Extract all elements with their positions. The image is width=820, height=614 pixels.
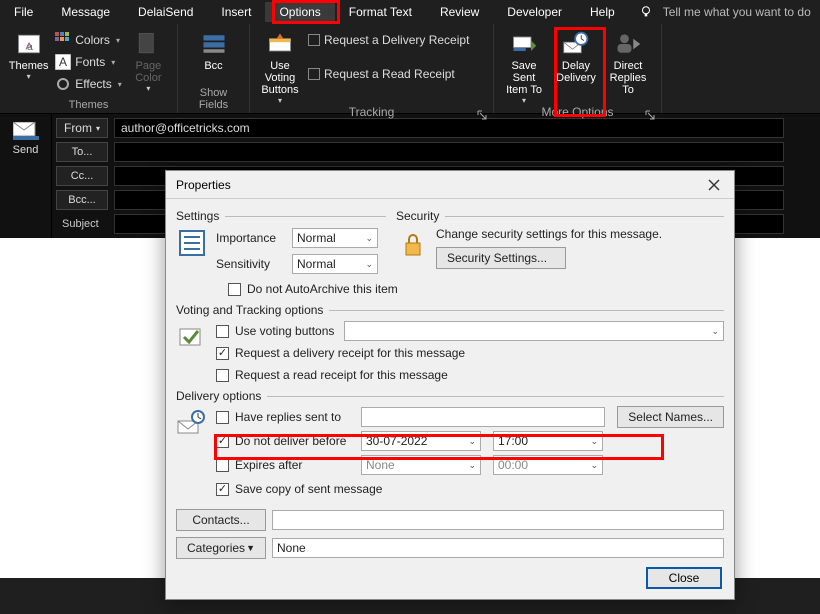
voting-tracking-label: Voting and Tracking options (176, 303, 323, 317)
tab-file[interactable]: File (0, 2, 47, 22)
tab-developer[interactable]: Developer (493, 2, 576, 22)
from-button[interactable]: From▾ (56, 118, 108, 138)
importance-dropdown[interactable]: Normal⌄ (292, 228, 378, 248)
tab-formattext[interactable]: Format Text (335, 2, 426, 22)
tab-insert[interactable]: Insert (207, 2, 265, 22)
bcc-button[interactable]: Bcc (190, 26, 238, 72)
have-replies-label: Have replies sent to (235, 410, 355, 424)
autoarchive-checkbox[interactable] (228, 283, 241, 296)
voting-icon (176, 321, 208, 353)
sensitivity-dropdown[interactable]: Normal⌄ (292, 254, 378, 274)
read-receipt-label: Request a read receipt for this message (235, 368, 448, 382)
settings-label: Settings (176, 209, 219, 223)
sensitivity-label: Sensitivity (216, 257, 286, 271)
close-icon[interactable] (700, 174, 728, 196)
delivery-options-label: Delivery options (176, 389, 261, 403)
autoarchive-label: Do not AutoArchive this item (247, 282, 398, 296)
delivery-receipt-label: Request a delivery receipt for this mess… (235, 346, 465, 360)
request-delivery-receipt-checkbox[interactable]: Request a Delivery Receipt (308, 30, 469, 50)
save-sent-item-to-button[interactable]: Save Sent Item To▾ (500, 26, 548, 105)
have-replies-input[interactable] (361, 407, 605, 427)
importance-label: Importance (216, 231, 286, 245)
expires-time-dropdown[interactable]: 00:00⌄ (493, 455, 603, 475)
tab-help[interactable]: Help (576, 2, 629, 22)
tab-message[interactable]: Message (47, 2, 124, 22)
moreoptions-launcher-icon[interactable] (645, 109, 655, 119)
properties-dialog: Properties Settings Security Importa (165, 170, 735, 600)
select-names-button[interactable]: Select Names... (617, 406, 724, 428)
send-icon (13, 122, 39, 140)
categories-value: None (272, 538, 724, 558)
theme-effects-button[interactable]: Effects▾ (55, 74, 121, 94)
delivery-icon (176, 407, 208, 439)
security-settings-button[interactable]: Security Settings... (436, 247, 566, 269)
tellme-bulb-icon (639, 5, 653, 19)
theme-fonts-button[interactable]: A Fonts▾ (55, 52, 121, 72)
voting-buttons[interactable]: Use Voting Buttons ▾ (256, 26, 304, 105)
expires-checkbox[interactable] (216, 459, 229, 472)
use-voting-label: Use voting buttons (235, 324, 334, 338)
contacts-button[interactable]: Contacts... (176, 509, 266, 531)
expires-date-dropdown[interactable]: None⌄ (361, 455, 481, 475)
to-button[interactable]: To... (56, 142, 108, 162)
bcc-field-button[interactable]: Bcc... (56, 190, 108, 210)
send-button[interactable]: Send (13, 144, 39, 156)
dialog-title: Properties (176, 178, 231, 192)
do-not-deliver-checkbox[interactable] (216, 435, 229, 448)
read-receipt-checkbox[interactable] (216, 369, 229, 382)
from-field[interactable] (114, 118, 784, 138)
group-label-tracking: Tracking (256, 105, 487, 121)
do-not-deliver-label: Do not deliver before (235, 434, 355, 448)
group-label-showfields: Show Fields (184, 87, 243, 113)
tell-me-search[interactable]: Tell me what you want to do (657, 2, 817, 22)
svg-text:a: a (27, 41, 33, 53)
group-label-themes: Themes (6, 99, 171, 113)
categories-button[interactable]: Categories▼ (176, 537, 266, 559)
deliver-time-dropdown[interactable]: 17:00⌄ (493, 431, 603, 451)
save-copy-label: Save copy of sent message (235, 482, 382, 496)
svg-text:A: A (59, 55, 67, 69)
security-desc: Change security settings for this messag… (436, 227, 662, 241)
contacts-input[interactable] (272, 510, 724, 530)
themes-button[interactable]: Aa Themes ▾ (6, 26, 51, 81)
deliver-date-dropdown[interactable]: 30-07-2022⌄ (361, 431, 481, 451)
page-color-button: Page Color ▾ (126, 26, 171, 93)
tab-review[interactable]: Review (426, 2, 493, 22)
theme-colors-button[interactable]: Colors▾ (55, 30, 121, 50)
security-label: Security (396, 209, 439, 223)
tab-options[interactable]: Options (265, 2, 334, 22)
request-read-receipt-checkbox[interactable]: Request a Read Receipt (308, 64, 469, 84)
have-replies-checkbox[interactable] (216, 411, 229, 424)
security-icon (396, 227, 428, 259)
settings-icon (176, 227, 208, 259)
delay-delivery-button[interactable]: Delay Delivery (552, 26, 600, 84)
expires-label: Expires after (235, 458, 355, 472)
voting-buttons-dropdown[interactable]: ⌄ (344, 321, 724, 341)
direct-replies-to-button[interactable]: Direct Replies To (604, 26, 652, 96)
use-voting-checkbox[interactable] (216, 325, 229, 338)
subject-label: Subject (56, 214, 116, 234)
delivery-receipt-checkbox[interactable] (216, 347, 229, 360)
group-label-moreoptions: More Options (500, 105, 655, 121)
close-button[interactable]: Close (646, 567, 722, 589)
save-copy-checkbox[interactable] (216, 483, 229, 496)
to-field[interactable] (114, 142, 784, 162)
tab-delaysend[interactable]: DelaiSend (124, 2, 207, 22)
cc-button[interactable]: Cc... (56, 166, 108, 186)
tracking-launcher-icon[interactable] (477, 109, 487, 119)
